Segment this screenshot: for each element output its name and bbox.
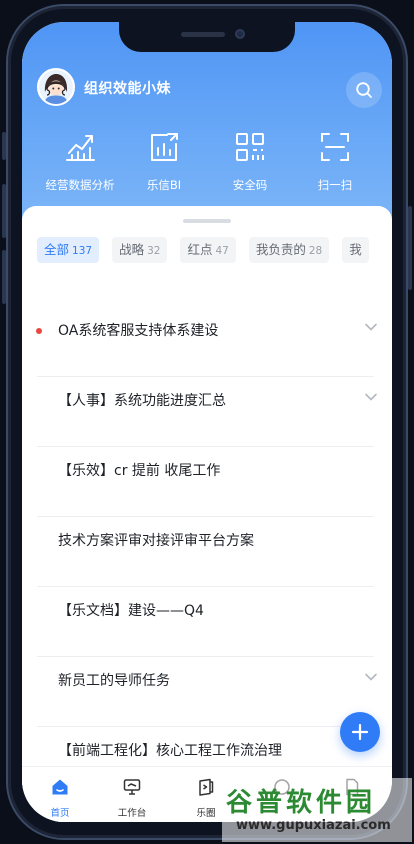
- tab-more[interactable]: 我: [342, 237, 369, 263]
- list-item[interactable]: 【乐文档】建设——Q4: [22, 590, 392, 660]
- tab-workbench[interactable]: 工作台: [102, 777, 162, 819]
- plus-icon: [351, 723, 369, 741]
- tab-label: 我: [349, 242, 362, 257]
- add-button[interactable]: [340, 712, 380, 752]
- list-item[interactable]: 【人事】系统功能进度汇总: [22, 380, 392, 450]
- speaker: [181, 32, 225, 37]
- tab-count: 32: [147, 245, 161, 257]
- task-title: 技术方案评审对接评审平台方案: [58, 533, 254, 549]
- task-title: 【乐效】cr 提前 收尾工作: [58, 463, 221, 479]
- list-item[interactable]: 技术方案评审对接评审平台方案: [22, 520, 392, 590]
- tab-label: 战略: [119, 242, 145, 257]
- app-screen: 组织效能小妹 经营数据分析 乐信BI 安全码 扫一扫 全部 137 战略 32 …: [22, 22, 392, 822]
- watermark-title: 谷普软件园: [226, 788, 377, 818]
- chevron-down-icon[interactable]: [364, 670, 378, 684]
- camera: [235, 29, 245, 39]
- task-title: 新员工的导师任务: [58, 673, 170, 689]
- tab-count: 28: [308, 245, 323, 257]
- tab-label: 全部: [44, 242, 70, 257]
- quick-action-business-analysis[interactable]: 经营数据分析: [35, 130, 125, 193]
- home-icon: [52, 779, 68, 795]
- quick-action-label: 乐信BI: [146, 178, 182, 192]
- divider: [37, 656, 374, 657]
- tab-my-responsible[interactable]: 我负责的 28: [248, 237, 330, 263]
- quick-action-lexin-bi[interactable]: 乐信BI: [119, 130, 209, 193]
- search-icon: [356, 82, 372, 98]
- watermark-url: www.gupuxiazai.com: [236, 818, 391, 833]
- divider: [37, 446, 374, 447]
- tab-strategy[interactable]: 战略 32: [112, 237, 168, 263]
- tab-all[interactable]: 全部 137: [37, 237, 100, 263]
- divider: [37, 376, 374, 377]
- tab-label: 红点: [187, 242, 213, 257]
- watermark: 谷普软件园 www.gupuxiazai.com: [222, 778, 412, 842]
- task-title: 【乐文档】建设——Q4: [58, 603, 204, 619]
- tab-label: 首页: [50, 808, 70, 819]
- quick-action-label: 扫一扫: [317, 178, 353, 192]
- quick-action-label: 经营数据分析: [45, 178, 115, 192]
- task-title: 【前端工程化】核心工程工作流治理: [58, 743, 282, 759]
- divider: [37, 516, 374, 517]
- tab-home[interactable]: 首页: [30, 777, 90, 819]
- chevron-down-icon[interactable]: [364, 320, 378, 334]
- quick-action-scan[interactable]: 扫一扫: [290, 130, 380, 193]
- quick-action-label: 安全码: [232, 178, 268, 192]
- workbench-icon: [123, 779, 141, 795]
- task-sheet: 全部 137 战略 32 红点 47 我负责的 28 我 OA系统客服支持体系建设 【人事】系统…: [22, 206, 392, 822]
- task-title: OA系统客服支持体系建设: [58, 323, 219, 339]
- tab-red-dot[interactable]: 红点 47: [180, 237, 236, 263]
- divider: [37, 726, 374, 727]
- search-button[interactable]: [346, 72, 382, 108]
- line-chart-icon: [66, 135, 95, 161]
- notch: [119, 22, 295, 52]
- list-item[interactable]: 【乐效】cr 提前 收尾工作: [22, 450, 392, 520]
- quick-action-security-code[interactable]: 安全码: [205, 130, 295, 193]
- user-name: 组织效能小妹: [84, 81, 171, 97]
- scan-icon: [321, 133, 349, 161]
- bar-chart-icon: [151, 133, 178, 161]
- tab-label: 我负责的: [255, 242, 306, 257]
- sheet-drag-handle[interactable]: [183, 219, 231, 223]
- tab-count: 137: [72, 245, 93, 257]
- chevron-down-icon[interactable]: [364, 390, 378, 404]
- list-item[interactable]: 新员工的导师任务: [22, 660, 392, 730]
- divider: [37, 586, 374, 587]
- list-item[interactable]: OA系统客服支持体系建设: [22, 310, 392, 380]
- red-dot-badge: [36, 328, 42, 334]
- filter-tabs: 全部 137 战略 32 红点 47 我负责的 28 我: [37, 237, 392, 263]
- avatar-illustration-icon: [39, 70, 73, 104]
- circle-icon: [199, 778, 214, 796]
- tab-label: 工作台: [117, 808, 147, 819]
- qr-code-icon: [236, 133, 264, 161]
- header: 组织效能小妹 经营数据分析 乐信BI 安全码 扫一扫: [22, 22, 392, 237]
- tab-count: 47: [215, 245, 229, 257]
- avatar[interactable]: [37, 68, 75, 106]
- task-title: 【人事】系统功能进度汇总: [58, 393, 226, 409]
